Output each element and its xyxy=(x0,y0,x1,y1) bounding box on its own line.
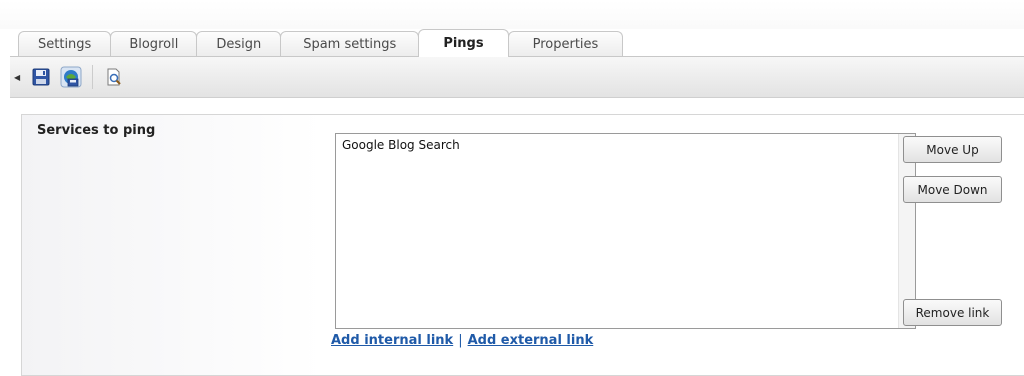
move-up-button[interactable]: Move Up xyxy=(903,136,1002,163)
tab-blogroll[interactable]: Blogroll xyxy=(110,31,198,57)
collapse-arrow-icon[interactable]: ◀ xyxy=(14,73,24,82)
tab-spam-settings[interactable]: Spam settings xyxy=(280,31,420,57)
links-separator: | xyxy=(458,333,463,348)
save-icon[interactable] xyxy=(30,66,52,88)
spellcheck-icon[interactable] xyxy=(58,64,84,90)
label-column: Services to ping xyxy=(22,115,322,375)
add-internal-link[interactable]: Add internal link xyxy=(331,333,453,348)
move-down-button[interactable]: Move Down xyxy=(903,176,1002,203)
toolbar: ◀ xyxy=(10,57,1024,98)
remove-link-button[interactable]: Remove link xyxy=(903,299,1002,326)
tab-pings[interactable]: Pings xyxy=(418,29,509,57)
top-band xyxy=(0,0,1024,29)
preview-icon[interactable] xyxy=(103,66,125,88)
services-to-ping-label: Services to ping xyxy=(37,123,156,138)
tab-strip: Settings Blogroll Design Spam settings P… xyxy=(18,29,624,57)
list-item-service[interactable]: Google Blog Search xyxy=(342,138,460,152)
tab-properties[interactable]: Properties xyxy=(507,31,624,57)
pings-panel: Services to ping Google Blog Search ▲ ▼ … xyxy=(21,114,1024,376)
services-listbox[interactable]: Google Blog Search ▲ ▼ xyxy=(335,133,916,329)
add-external-link[interactable]: Add external link xyxy=(468,333,594,348)
tab-design[interactable]: Design xyxy=(196,31,282,57)
add-links-row: Add internal link | Add external link xyxy=(331,333,593,348)
toolbar-separator xyxy=(92,65,93,89)
tab-settings[interactable]: Settings xyxy=(18,31,112,57)
